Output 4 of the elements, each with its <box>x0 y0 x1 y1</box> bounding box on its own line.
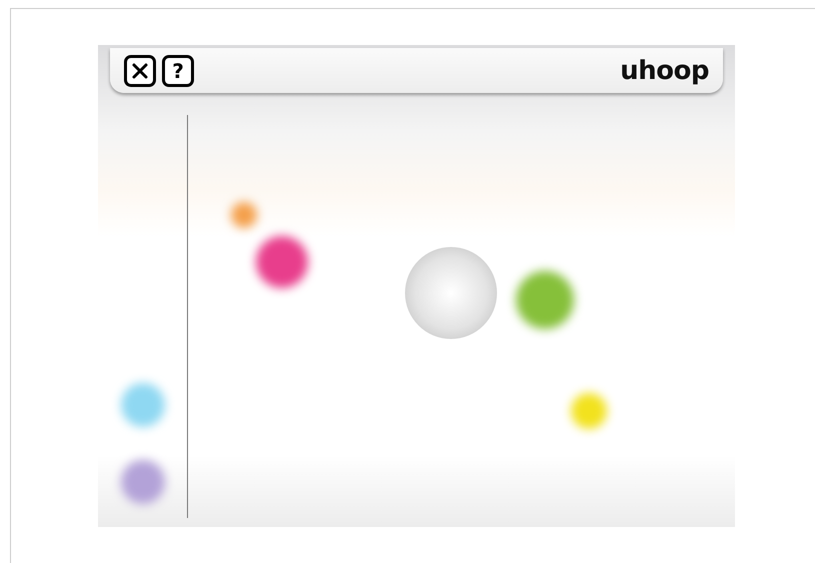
help-button[interactable]: ? <box>162 54 194 86</box>
close-button[interactable] <box>124 54 156 86</box>
close-icon <box>131 62 149 80</box>
brand-title: uhoop <box>620 56 709 86</box>
